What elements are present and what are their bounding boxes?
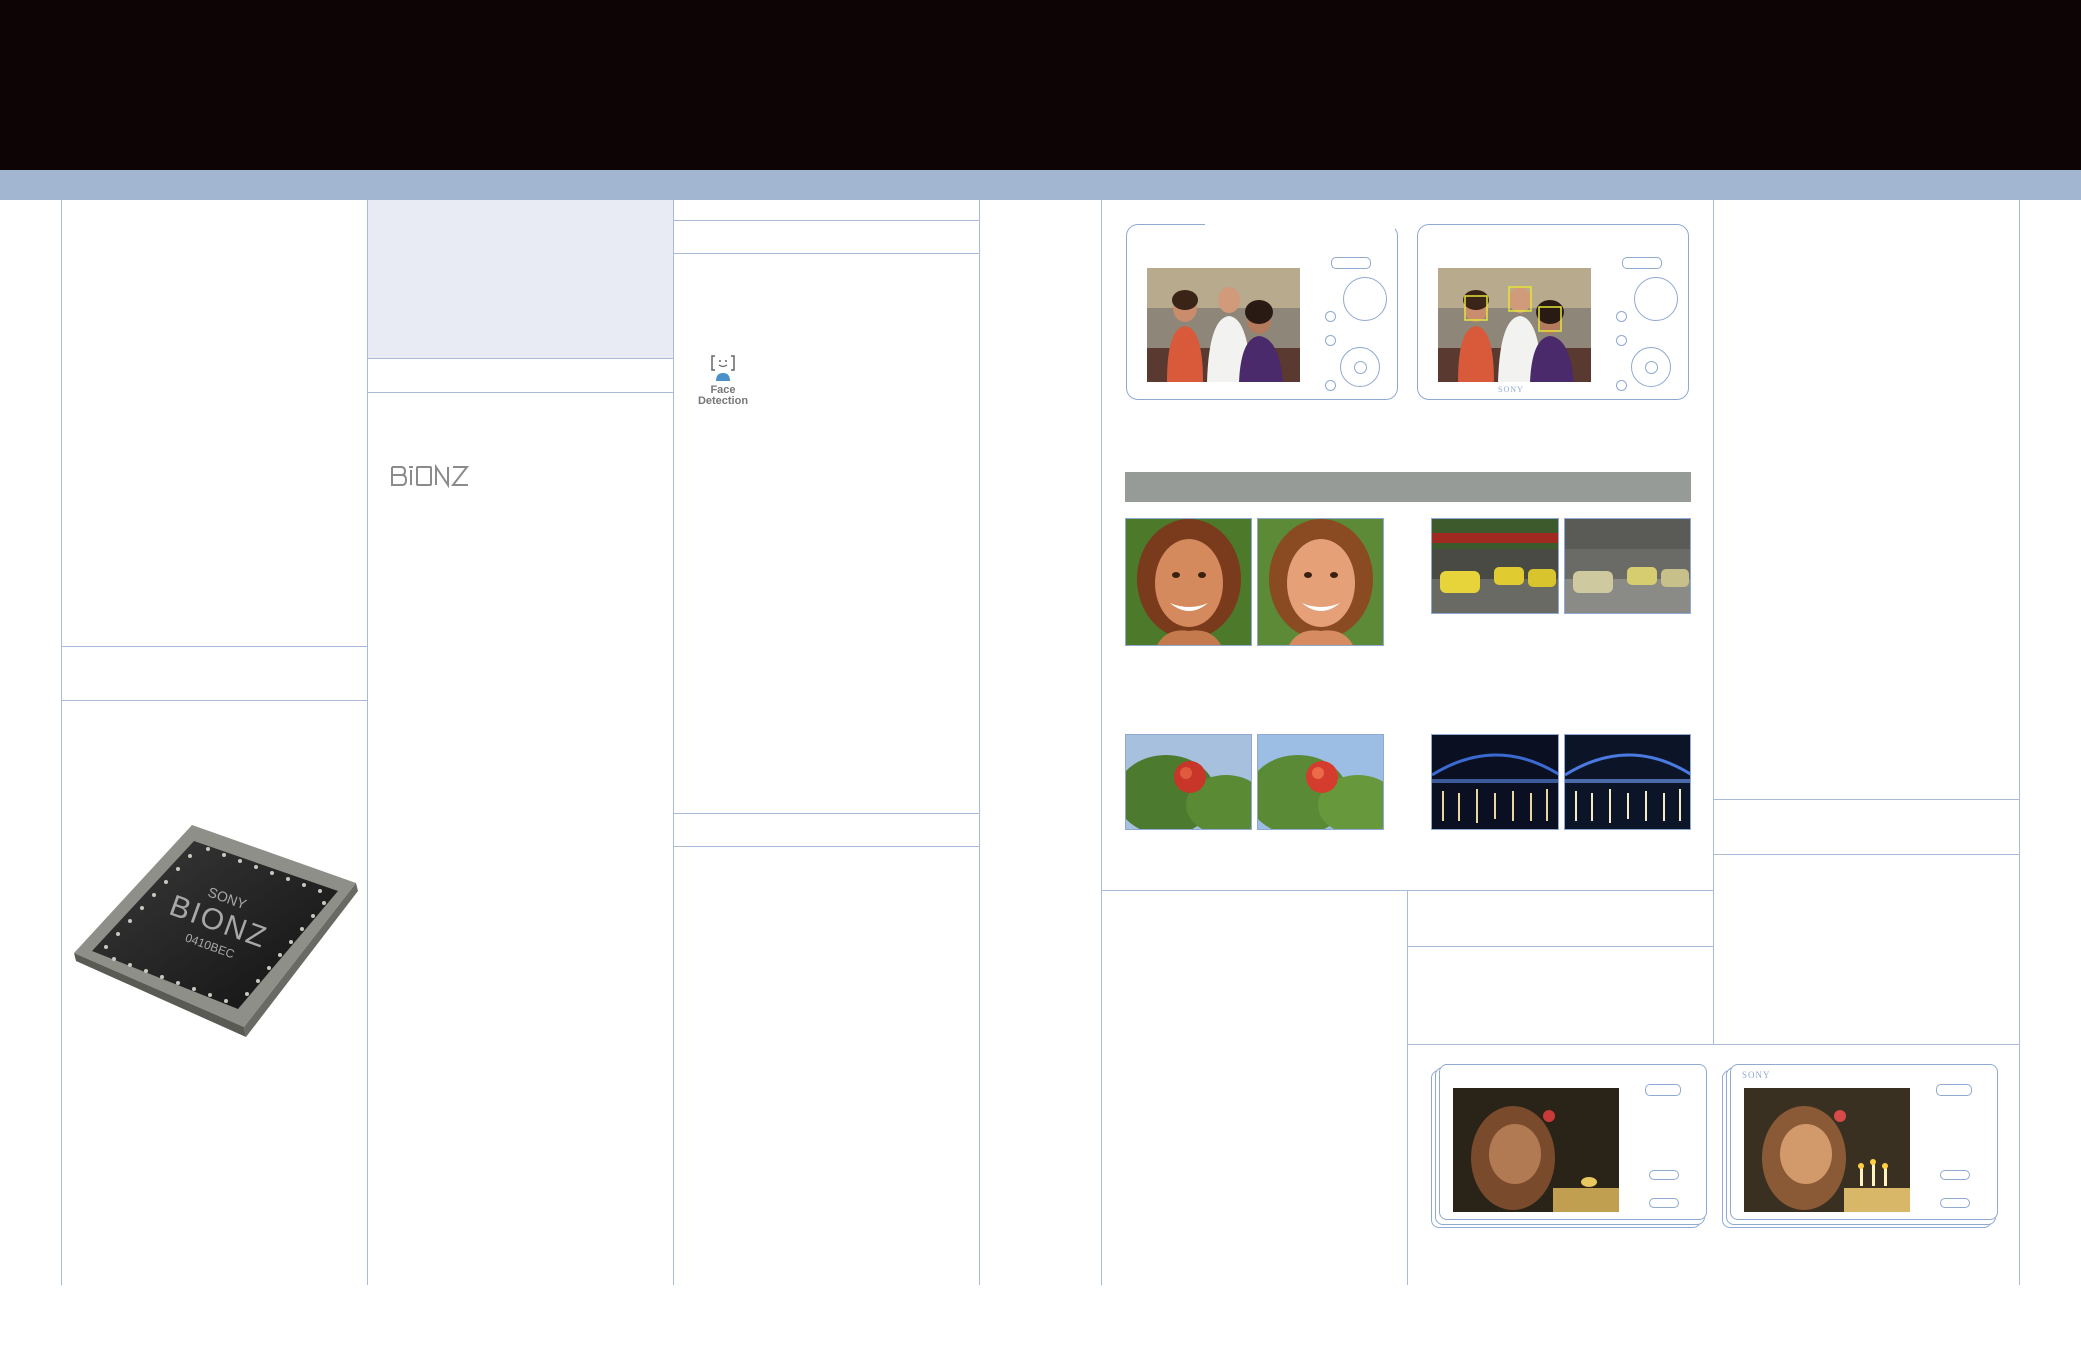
section-rule (1713, 799, 2019, 800)
camera-top-button (1331, 257, 1371, 269)
section-rule (673, 220, 979, 221)
camera-dial (1343, 277, 1387, 321)
camera-without-face-detection (1126, 223, 1398, 400)
section-rule (1101, 890, 1713, 891)
comparison-header-bar (1125, 472, 1691, 502)
camera-screen-photo (1147, 268, 1300, 382)
camera-dial (1634, 277, 1678, 321)
section-rule (1407, 946, 1713, 947)
night-photo-after (1564, 734, 1691, 830)
camera-with-face-detection: SONY (1417, 224, 1689, 400)
section-rule (673, 813, 979, 814)
section-rule (61, 646, 367, 647)
section-rule (673, 253, 979, 254)
face-detection-icon (711, 355, 735, 381)
column-rule (367, 200, 368, 1285)
face-detection-badge: Face Detection (692, 354, 754, 410)
section-rule (1713, 854, 2019, 855)
column-rule (1101, 200, 1102, 1285)
column-rule (1407, 890, 1408, 1285)
column-rule (61, 200, 62, 1285)
flower-photo-after (1257, 734, 1384, 830)
column-rule (673, 200, 674, 1285)
night-photo-before (1431, 734, 1559, 830)
section-rule (1407, 1044, 2019, 1045)
camera-top-button (1622, 257, 1662, 269)
section-rule (673, 846, 979, 847)
header-accent-band (0, 170, 2081, 200)
camera-back-screen-photo (1453, 1088, 1619, 1212)
portrait-photo-before (1125, 518, 1252, 646)
bionz-logo-mark (391, 463, 470, 489)
camera-brand-text: SONY (1498, 385, 1524, 394)
section-rule (367, 358, 673, 359)
camera-screen-photo-face-boxes (1438, 268, 1591, 382)
face-detection-label: Face Detection (697, 384, 749, 407)
section-rule (61, 700, 367, 701)
shaded-panel (368, 200, 674, 358)
section-rule (367, 392, 673, 393)
camera-back-screen-photo (1744, 1088, 1910, 1212)
bionz-logo (390, 463, 470, 495)
flower-photo-before (1125, 734, 1252, 830)
portrait-photo-after (1257, 518, 1384, 646)
column-rule (979, 200, 980, 1285)
street-photo-after (1564, 518, 1691, 614)
camera-back-view-after: SONY (1722, 1064, 1998, 1230)
column-rule (2019, 200, 2020, 1285)
camera-back-brand-text: SONY (1742, 1070, 1771, 1080)
header-bar (0, 0, 2081, 170)
column-rule (1713, 200, 1714, 1044)
bionz-chip-image: SONY BIONZ 0410BEC (66, 815, 363, 1045)
camera-back-view-before (1431, 1064, 1707, 1230)
street-photo-before (1431, 518, 1559, 614)
